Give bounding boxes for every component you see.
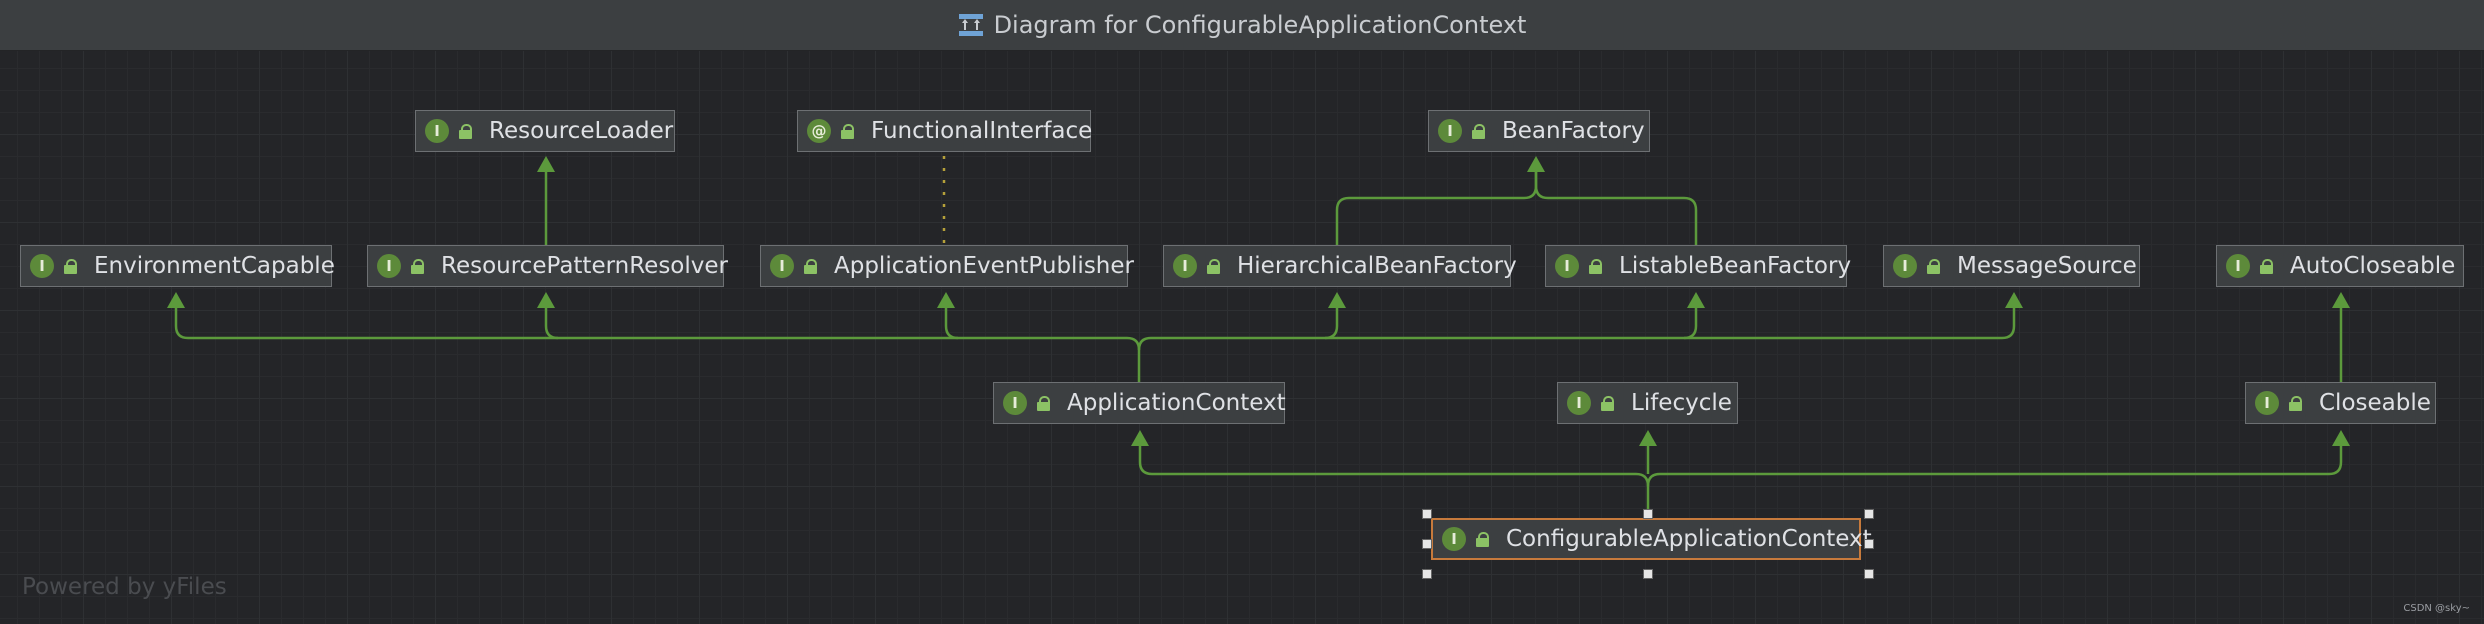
node-environmentcapable[interactable]: I EnvironmentCapable [20, 245, 335, 287]
node-label: Closeable [2319, 390, 2431, 416]
interface-icon: I [1003, 391, 1027, 415]
node-resourcepatternresolver[interactable]: I ResourcePatternResolver [367, 245, 728, 287]
public-lock-icon [411, 259, 425, 274]
node-applicationcontext[interactable]: I ApplicationContext [993, 382, 1286, 424]
interface-icon: I [770, 254, 794, 278]
node-label: ApplicationEventPublisher [834, 253, 1134, 279]
node-label: ListableBeanFactory [1619, 253, 1852, 279]
powered-by-label: Powered by yFiles [22, 574, 227, 600]
node-closeable[interactable]: I Closeable [2245, 382, 2436, 424]
interface-icon: I [1555, 254, 1579, 278]
interface-icon: I [425, 119, 449, 143]
public-lock-icon [2289, 396, 2303, 411]
interface-icon: I [377, 254, 401, 278]
public-lock-icon [2260, 259, 2274, 274]
edge-configurable-parents [1138, 444, 1650, 518]
node-label: HierarchicalBeanFactory [1237, 253, 1517, 279]
node-applicationeventpublisher[interactable]: I ApplicationEventPublisher [760, 245, 1134, 287]
public-lock-icon [841, 124, 855, 139]
node-beanfactory[interactable]: I BeanFactory [1428, 110, 1650, 152]
interface-icon: I [2226, 254, 2250, 278]
node-lifecycle[interactable]: I Lifecycle [1557, 382, 1738, 424]
node-label: ResourcePatternResolver [441, 253, 728, 279]
public-lock-icon [1476, 532, 1490, 547]
node-label: EnvironmentCapable [94, 253, 335, 279]
watermark: CSDN @sky~ [2403, 603, 2470, 614]
node-configurableapplicationcontext[interactable]: I ConfigurableApplicationContext [1431, 518, 1872, 560]
resize-handle-nw[interactable] [1422, 509, 1432, 519]
node-label: ConfigurableApplicationContext [1506, 526, 1872, 552]
resize-handle-n[interactable] [1643, 509, 1653, 519]
resize-handle-sw[interactable] [1422, 569, 1432, 579]
resize-handle-e[interactable] [1864, 539, 1874, 549]
public-lock-icon [1037, 396, 1051, 411]
node-resourceloader[interactable]: I ResourceLoader [415, 110, 675, 152]
edge-layer [167, 156, 2350, 518]
edge-applicationcontext-parents [174, 306, 1141, 382]
interface-icon: I [30, 254, 54, 278]
node-label: FunctionalInterface [871, 118, 1093, 144]
public-lock-icon [1589, 259, 1603, 274]
public-lock-icon [1927, 259, 1941, 274]
interface-icon: I [1893, 254, 1917, 278]
node-label: ApplicationContext [1067, 390, 1286, 416]
public-lock-icon [1472, 124, 1486, 139]
node-hierarchicalbeanfactory[interactable]: I HierarchicalBeanFactory [1163, 245, 1517, 287]
resize-handle-se[interactable] [1864, 569, 1874, 579]
public-lock-icon [1207, 259, 1221, 274]
edge-hierarchical-beanfactory [1335, 168, 1538, 245]
interface-icon: I [1442, 527, 1466, 551]
edge-listable-beanfactory [1534, 168, 1698, 245]
public-lock-icon [1601, 396, 1615, 411]
diagram-window: Diagram for ConfigurableApplicationConte… [0, 0, 2484, 624]
interface-icon: I [1173, 254, 1197, 278]
resize-handle-s[interactable] [1643, 569, 1653, 579]
node-label: AutoCloseable [2290, 253, 2456, 279]
interface-icon: I [1567, 391, 1591, 415]
public-lock-icon [459, 124, 473, 139]
node-label: Lifecycle [1631, 390, 1732, 416]
interface-icon: I [1438, 119, 1462, 143]
node-autocloseable[interactable]: I AutoCloseable [2216, 245, 2464, 287]
resize-handle-ne[interactable] [1864, 509, 1874, 519]
node-listablebeanfactory[interactable]: I ListableBeanFactory [1545, 245, 1851, 287]
public-lock-icon [804, 259, 818, 274]
interface-icon: I [2255, 391, 2279, 415]
node-label: BeanFactory [1502, 118, 1645, 144]
node-label: MessageSource [1957, 253, 2137, 279]
annotation-icon: @ [807, 119, 831, 143]
node-label: ResourceLoader [489, 118, 674, 144]
node-messagesource[interactable]: I MessageSource [1883, 245, 2140, 287]
node-functionalinterface[interactable]: @ FunctionalInterface [797, 110, 1093, 152]
public-lock-icon [64, 259, 78, 274]
resize-handle-w[interactable] [1422, 539, 1432, 549]
